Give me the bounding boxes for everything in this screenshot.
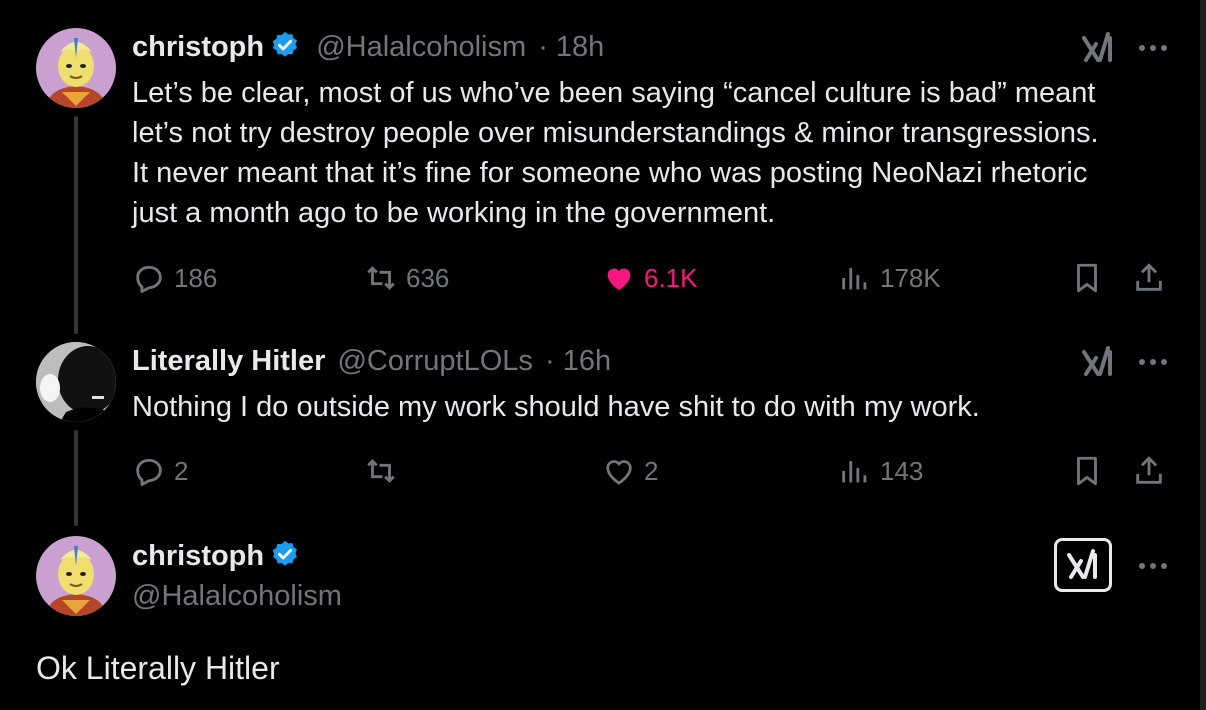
tweet-text-line: Nothing I do outside my work should have…: [132, 391, 980, 423]
thread-line: [74, 116, 78, 334]
views-button[interactable]: 178K: [838, 258, 941, 298]
thread-line: [74, 430, 78, 526]
tweet-header: christoph @Halalcoholism · 18h: [132, 30, 604, 64]
author-handle[interactable]: @Halalcoholism: [316, 31, 526, 63]
repost-icon: [367, 266, 395, 290]
view-count: 178K: [880, 262, 941, 293]
like-count: 2: [644, 455, 659, 486]
more-icon[interactable]: [1136, 38, 1170, 58]
author-name[interactable]: christoph: [132, 31, 264, 63]
bookmark-icon: [1077, 263, 1097, 293]
grok-icon[interactable]: [1078, 342, 1118, 382]
bookmark-icon: [1077, 456, 1097, 486]
tweet-header: Literally Hitler @CorruptLOLs · 16h: [132, 344, 611, 378]
bookmark-button[interactable]: [1070, 258, 1104, 298]
tweet-text: Nothing I do outside my work should have…: [132, 387, 1172, 427]
author-handle[interactable]: @Halalcoholism: [132, 576, 342, 616]
tweet-header: christoph: [132, 536, 300, 576]
share-icon: [1136, 263, 1162, 291]
reply-button[interactable]: 2: [132, 451, 188, 491]
reply-count: 186: [174, 262, 218, 293]
heart-icon: [607, 268, 631, 291]
verified-badge-icon: [270, 539, 300, 569]
author-name[interactable]: christoph: [132, 540, 264, 572]
reply-icon: [136, 458, 162, 486]
like-button[interactable]: 6.1K: [602, 258, 698, 298]
heart-icon: [606, 460, 632, 485]
repost-button[interactable]: [364, 451, 406, 491]
avatar[interactable]: [36, 342, 116, 422]
views-icon: [842, 461, 867, 483]
repost-icon: [367, 459, 395, 483]
verified-badge-icon: [270, 30, 300, 60]
repost-button[interactable]: 636: [364, 258, 449, 298]
more-icon[interactable]: [1136, 556, 1170, 576]
reply-button[interactable]: 186: [132, 258, 217, 298]
author-name[interactable]: Literally Hitler: [132, 345, 325, 377]
window-edge: [1200, 0, 1206, 710]
tweet-text: Ok Literally Hitler: [36, 650, 280, 686]
tweet-text-line: let’s not try destroy people over misund…: [132, 117, 1099, 149]
avatar[interactable]: [36, 28, 116, 108]
tweet-time[interactable]: · 16h: [545, 345, 611, 377]
reply-icon: [136, 265, 162, 293]
tweet-text-line: Let’s be clear, most of us who’ve been s…: [132, 77, 1096, 109]
like-count: 6.1K: [644, 262, 698, 293]
repost-count: 636: [406, 262, 450, 293]
share-button[interactable]: [1132, 451, 1166, 491]
tweet-actions: 186 636 6.1K 178K: [132, 258, 1172, 298]
grok-icon[interactable]: [1078, 28, 1118, 68]
share-icon: [1136, 456, 1162, 484]
tweet-text: Let’s be clear, most of us who’ve been s…: [132, 73, 1172, 233]
tweet-text-line: It never meant that it’s fine for someon…: [132, 157, 1088, 189]
author-handle[interactable]: @CorruptLOLs: [337, 345, 532, 377]
reply-count: 2: [174, 455, 189, 486]
grok-icon[interactable]: [1054, 538, 1112, 592]
share-button[interactable]: [1132, 258, 1166, 298]
tweet-text-line: just a month ago to be working in the go…: [132, 197, 776, 229]
views-button[interactable]: 143: [838, 451, 923, 491]
bookmark-button[interactable]: [1070, 451, 1104, 491]
like-button[interactable]: 2: [602, 451, 658, 491]
tweet-actions: 2 2 143: [132, 451, 1172, 491]
avatar[interactable]: [36, 536, 116, 616]
view-count: 143: [880, 455, 924, 486]
more-icon[interactable]: [1136, 352, 1170, 372]
views-icon: [842, 268, 867, 290]
tweet-time[interactable]: · 18h: [538, 31, 604, 63]
